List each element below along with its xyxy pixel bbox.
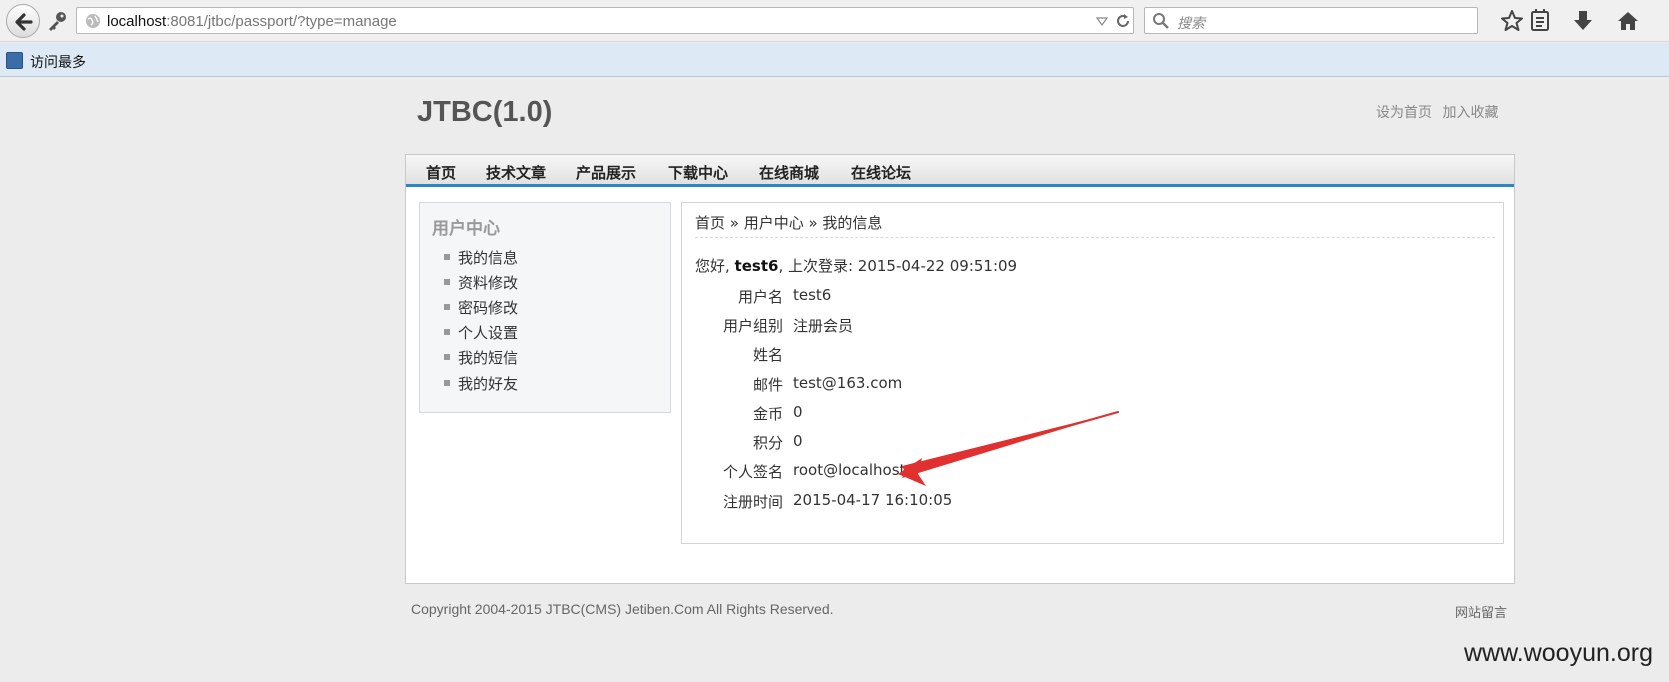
guestbook-link[interactable]: 网站留言 <box>1455 602 1507 621</box>
back-button[interactable] <box>6 4 40 38</box>
field-value-points: 0 <box>793 432 803 450</box>
greeting-username: test6 <box>734 257 779 275</box>
field-value-email: test@163.com <box>793 374 903 392</box>
field-label-register-time: 注册时间 <box>722 493 783 511</box>
sidebar-item-change-password[interactable]: 密码修改 <box>444 297 518 318</box>
globe-icon <box>86 14 100 28</box>
field-value-signature: root@localhost <box>793 461 906 479</box>
search-placeholder: 搜索 <box>1177 16 1205 32</box>
sidebar-item-messages[interactable]: 我的短信 <box>444 347 518 368</box>
field-label-username: 用户名 <box>737 288 783 306</box>
search-bar[interactable]: 搜索 <box>1144 7 1478 34</box>
identity-key-icon[interactable] <box>46 10 68 32</box>
nav-item-forum[interactable]: 在线论坛 <box>851 162 911 183</box>
home-icon[interactable] <box>1616 9 1640 33</box>
bullet-icon <box>444 328 450 335</box>
copyright-text: Copyright 2004-2015 JTBC(CMS) Jetiben.Co… <box>411 601 834 617</box>
back-arrow-icon <box>15 13 33 31</box>
bookmarks-list-icon[interactable] <box>1528 9 1552 33</box>
user-info-panel: 首页 » 用户中心 » 我的信息 您好, test6, 上次登录: 2015-0… <box>681 202 1504 544</box>
field-label-points: 积分 <box>752 434 783 452</box>
sidebar-item-personal-settings[interactable]: 个人设置 <box>444 322 518 343</box>
nav-item-shop[interactable]: 在线商城 <box>759 162 819 183</box>
bullet-icon <box>444 253 450 260</box>
download-icon[interactable] <box>1571 9 1595 33</box>
site-title: JTBC(1.0) <box>417 96 553 128</box>
url-text[interactable]: localhost:8081/jtbc/passport/?type=manag… <box>107 13 397 30</box>
field-label-group: 用户组别 <box>722 317 783 335</box>
url-bar[interactable]: localhost:8081/jtbc/passport/?type=manag… <box>76 7 1134 34</box>
bookmarks-toolbar: 访问最多 <box>0 43 1669 77</box>
bullet-icon <box>444 303 450 310</box>
bullet-icon <box>444 353 450 360</box>
bookmark-most-visited[interactable]: 访问最多 <box>30 52 86 72</box>
field-label-signature: 个人签名 <box>722 463 783 481</box>
main-container: 首页 技术文章 产品展示 下载中心 在线商城 在线论坛 用户中心 我的信息 资料… <box>405 154 1515 584</box>
field-value-group: 注册会员 <box>793 317 854 335</box>
watermark: www.wooyun.org <box>1464 639 1653 667</box>
top-links: 设为首页 加入收藏 <box>1376 102 1504 122</box>
add-favorite-link[interactable]: 加入收藏 <box>1442 105 1498 121</box>
bullet-icon <box>444 278 450 285</box>
nav-item-downloads[interactable]: 下载中心 <box>668 162 728 183</box>
set-homepage-link[interactable]: 设为首页 <box>1376 105 1432 121</box>
bookmark-folder-icon <box>6 52 23 69</box>
field-value-gold: 0 <box>793 403 803 421</box>
sidebar-item-friends[interactable]: 我的好友 <box>444 373 518 394</box>
bullet-icon <box>444 379 450 386</box>
field-value-username: test6 <box>793 286 832 304</box>
main-nav: 首页 技术文章 产品展示 下载中心 在线商城 在线论坛 <box>406 155 1514 187</box>
nav-item-articles[interactable]: 技术文章 <box>486 162 546 183</box>
field-label-email: 邮件 <box>752 376 783 394</box>
field-value-register-time: 2015-04-17 16:10:05 <box>793 491 953 509</box>
greeting-text: 您好, test6, 上次登录: 2015-04-22 09:51:09 <box>695 257 1018 275</box>
history-dropdown-icon[interactable] <box>1096 16 1108 26</box>
nav-item-home[interactable]: 首页 <box>426 162 456 183</box>
user-center-sidebar: 用户中心 我的信息 资料修改 密码修改 个人设置 我的短信 我的好友 <box>419 202 671 413</box>
sidebar-title: 用户中心 <box>432 219 500 239</box>
browser-toolbar: localhost:8081/jtbc/passport/?type=manag… <box>0 0 1669 42</box>
sidebar-item-edit-profile[interactable]: 资料修改 <box>444 272 518 293</box>
sidebar-item-my-info[interactable]: 我的信息 <box>444 247 518 268</box>
field-label-gold: 金币 <box>752 405 783 423</box>
bookmark-star-icon[interactable] <box>1500 9 1524 33</box>
breadcrumb-divider <box>695 237 1495 238</box>
field-label-name: 姓名 <box>752 346 783 364</box>
breadcrumb: 首页 » 用户中心 » 我的信息 <box>695 214 883 232</box>
search-icon <box>1153 13 1169 29</box>
reload-icon[interactable] <box>1114 12 1132 30</box>
nav-item-products[interactable]: 产品展示 <box>576 162 636 183</box>
